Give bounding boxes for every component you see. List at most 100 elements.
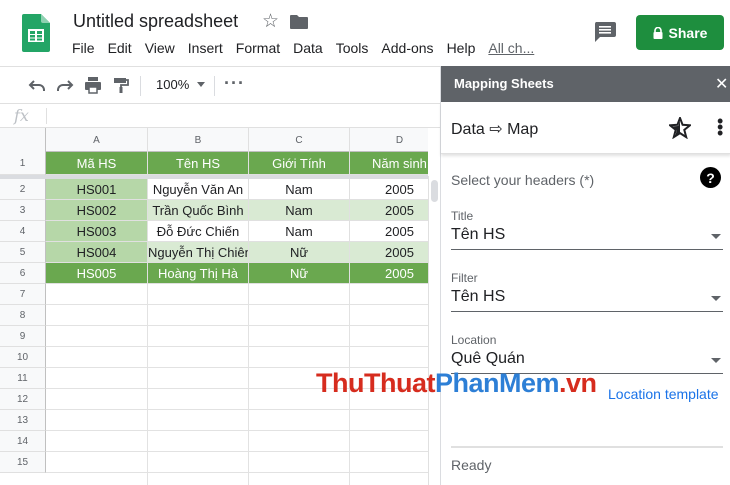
- mapping-sheets-panel: Mapping Sheets ✕ Data ⇨ Map • • • Select y…: [440, 66, 730, 485]
- row-header-2[interactable]: 2: [0, 179, 46, 200]
- cell-c4[interactable]: Nam: [249, 221, 350, 242]
- menu-file[interactable]: File: [72, 40, 95, 58]
- panel-divider: [451, 446, 723, 448]
- more-options-icon[interactable]: ···: [224, 73, 245, 94]
- cell-b6[interactable]: Hoàng Thị Hà: [148, 263, 249, 284]
- star-add-icon[interactable]: [669, 117, 691, 139]
- cell-d3[interactable]: 2005: [350, 200, 428, 221]
- formula-bar: fx: [0, 104, 440, 128]
- row-header-13[interactable]: 13: [0, 410, 46, 431]
- folder-icon[interactable]: [290, 15, 308, 29]
- menu-data[interactable]: Data: [293, 40, 323, 58]
- cell-c5[interactable]: Nữ: [249, 242, 350, 263]
- toolbar-divider: [140, 76, 141, 96]
- menu-bar: File Edit View Insert Format Data Tools …: [72, 40, 547, 58]
- cell-d2[interactable]: 2005: [350, 179, 428, 200]
- print-icon[interactable]: [84, 76, 102, 94]
- share-button[interactable]: Share: [636, 15, 724, 50]
- help-icon[interactable]: ?: [700, 167, 721, 188]
- column-header-b[interactable]: B: [148, 128, 249, 152]
- dropdown-caret-icon: [711, 234, 721, 239]
- menu-addons[interactable]: Add-ons: [381, 40, 433, 58]
- row-header-5[interactable]: 5: [0, 242, 46, 263]
- cell-c6[interactable]: Nữ: [249, 263, 350, 284]
- cell-b2[interactable]: Nguyễn Văn An: [148, 179, 249, 200]
- filter-select-value: Tên HS: [451, 288, 506, 305]
- watermark-part-3: .vn: [559, 368, 597, 398]
- row-header-10[interactable]: 10: [0, 347, 46, 368]
- column-header-d[interactable]: D: [350, 128, 428, 152]
- title-field-label: Title: [451, 209, 474, 223]
- row-header-15[interactable]: 15: [0, 452, 46, 473]
- dropdown-caret-icon: [711, 358, 721, 363]
- formula-divider: [46, 108, 47, 124]
- star-icon[interactable]: ☆: [262, 10, 279, 33]
- header-cell-ten-hs[interactable]: Tên HS: [148, 152, 249, 175]
- cell-a5[interactable]: HS004: [46, 242, 148, 263]
- column-header-a[interactable]: A: [46, 128, 148, 152]
- paint-format-icon[interactable]: [112, 76, 130, 94]
- sheets-logo-icon[interactable]: [22, 14, 50, 52]
- menu-view[interactable]: View: [145, 40, 175, 58]
- header-cell-nam-sinh[interactable]: Năm sinh: [350, 152, 428, 175]
- row-header-4[interactable]: 4: [0, 221, 46, 242]
- header-cell-ma-hs[interactable]: Mã HS: [46, 152, 148, 175]
- header-cell-gioi-tinh[interactable]: Giới Tính: [249, 152, 350, 175]
- spreadsheet-grid[interactable]: A B C D 1 Mã HS Tên HS Giới Tính Năm sin…: [0, 128, 428, 485]
- watermark-part-2: PhanMem: [434, 368, 560, 398]
- grid-vertical-scrollbar[interactable]: [428, 176, 440, 485]
- row-header-3[interactable]: 3: [0, 200, 46, 221]
- row-header-12[interactable]: 12: [0, 389, 46, 410]
- top-bar: Untitled spreadsheet ☆ File Edit View In…: [0, 0, 730, 66]
- menu-format[interactable]: Format: [236, 40, 280, 58]
- close-icon[interactable]: ✕: [715, 74, 728, 94]
- row-header-6[interactable]: 6: [0, 263, 46, 284]
- filter-select[interactable]: Tên HS: [451, 286, 723, 312]
- row-header-11[interactable]: 11: [0, 368, 46, 389]
- menu-edit[interactable]: Edit: [108, 40, 132, 58]
- cell-d6[interactable]: 2005: [350, 263, 428, 284]
- location-template-link[interactable]: Location template: [608, 386, 719, 402]
- cell-b5[interactable]: Nguyễn Thị Chiên: [148, 242, 249, 263]
- row-header-7[interactable]: 7: [0, 284, 46, 305]
- filter-field-label: Filter: [451, 271, 478, 285]
- column-header-c[interactable]: C: [249, 128, 350, 152]
- last-edit-link[interactable]: All ch...: [488, 40, 534, 58]
- watermark-part-1: ThuThuat: [316, 368, 435, 398]
- menu-help[interactable]: Help: [447, 40, 476, 58]
- cell-b4[interactable]: Đỗ Đức Chiến: [148, 221, 249, 242]
- row-header-14[interactable]: 14: [0, 431, 46, 452]
- title-select[interactable]: Tên HS: [451, 224, 723, 250]
- cell-c2[interactable]: Nam: [249, 179, 350, 200]
- title-select-value: Tên HS: [451, 226, 506, 243]
- document-title[interactable]: Untitled spreadsheet: [73, 11, 238, 32]
- select-all-corner[interactable]: [0, 128, 46, 152]
- toolbar-divider: [214, 76, 215, 96]
- share-label: Share: [668, 24, 708, 41]
- column-header-row: A B C D: [0, 128, 428, 152]
- cell-b3[interactable]: Trần Quốc Bình: [148, 200, 249, 221]
- cell-a4[interactable]: HS003: [46, 221, 148, 242]
- zoom-caret-icon[interactable]: [197, 82, 205, 87]
- cell-d5[interactable]: 2005: [350, 242, 428, 263]
- redo-icon[interactable]: [56, 76, 74, 94]
- row-header-1[interactable]: 1: [0, 152, 46, 175]
- menu-tools[interactable]: Tools: [336, 40, 369, 58]
- cell-a6[interactable]: HS005: [46, 263, 148, 284]
- menu-insert[interactable]: Insert: [188, 40, 223, 58]
- row-header-8[interactable]: 8: [0, 305, 46, 326]
- panel-body: Select your headers (*) ? Title Tên HS F…: [441, 154, 730, 485]
- undo-icon[interactable]: [28, 76, 46, 94]
- comment-icon[interactable]: [594, 22, 616, 42]
- grid-scroll-thumb[interactable]: [431, 180, 438, 202]
- cell-c3[interactable]: Nam: [249, 200, 350, 221]
- panel-header: Mapping Sheets ✕: [441, 66, 730, 102]
- cell-a3[interactable]: HS002: [46, 200, 148, 221]
- cell-d4[interactable]: 2005: [350, 221, 428, 242]
- more-vert-icon[interactable]: • • •: [717, 112, 723, 142]
- cell-a2[interactable]: HS001: [46, 179, 148, 200]
- row-header-9[interactable]: 9: [0, 326, 46, 347]
- lock-icon: [653, 26, 663, 39]
- panel-title: Mapping Sheets: [454, 76, 554, 91]
- zoom-select[interactable]: 100%: [156, 77, 189, 92]
